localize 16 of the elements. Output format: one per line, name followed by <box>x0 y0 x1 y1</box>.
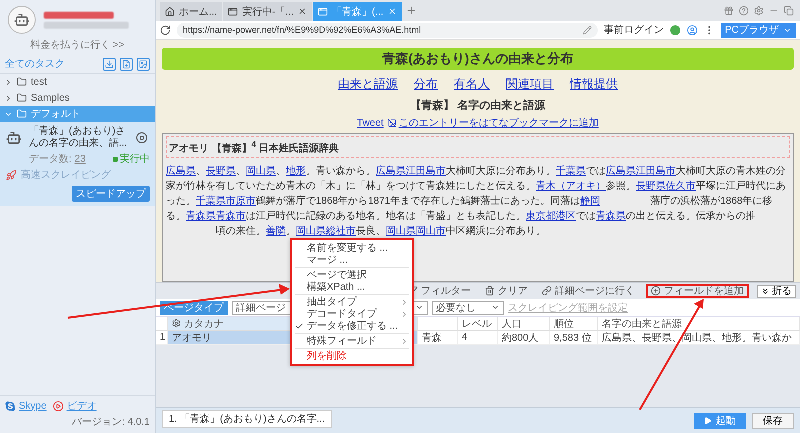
task-title: 「青森」(あおもり)さんの名字の由来、語... <box>29 126 128 150</box>
status-text: 実行中 <box>113 152 150 166</box>
section-title: 全てのタスク <box>5 58 66 71</box>
mode-text: 高速スクレイピング <box>21 168 111 182</box>
version-text: バージョン: 4.0.1 <box>72 416 150 429</box>
table-cell: 9,583 位 <box>550 331 598 345</box>
entry-title: アオモリ 【青森】$^{4}$ 日本姓氏語源辞典 <box>166 136 790 158</box>
data-count: 23 <box>74 154 86 164</box>
section-heading: 【青森】 名字の由来と語源 <box>410 98 546 113</box>
data-count-label: データ数: <box>29 153 72 166</box>
page-heading: 青森(あおもり)さんの由来と分布 <box>162 48 794 70</box>
table-cell: 青森 <box>418 331 458 345</box>
table-cell: 約800人 <box>498 331 550 345</box>
table-cell: 4 <box>458 331 498 345</box>
entry-paragraph: 広島県、長野県、岡山県、地形。青い森から。広島県江田島市大柿町大原に分布あり。千葉県では広島県江田島市大柿町大原の青木姓の分家が竹林を有していたため青木の「木」に「林」をつけて青森姓にしたと伝える。青木（アオキ）参照。長野県佐久市平塚に江戸時代にあった。千葉県市原市鶴舞が藩庁で1868年から1871年まで存在した鶴舞藩士にあった。同藩は静岡 藩庁の浜松藩が1868年に移る。青森県青森市は江戸時代に記録のある地名。地名は「青盛」とも表記した。東京都港区では青森県の出と伝える。伝承からの推 頃の来住。善隣。岡山県総社市長良、岡山県岡山市中区網浜に分布あり。 <box>166 164 787 240</box>
row-number: 1 <box>156 331 168 345</box>
